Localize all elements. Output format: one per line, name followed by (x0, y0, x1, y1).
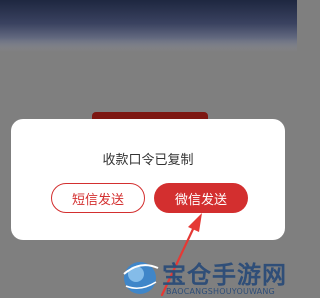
watermark-title: 宝仓手游网 (162, 260, 287, 289)
dialog-message: 收款口令已复制 (102, 153, 194, 168)
background-banner (0, 0, 297, 52)
copy-confirm-dialog: 收款口令已复制 短信发送 微信发送 (11, 119, 285, 240)
sms-send-button[interactable]: 短信发送 (51, 183, 145, 213)
watermark-subtitle: BAOCANGSHOUYOUWANG (166, 287, 275, 296)
watermark: 宝仓手游网 BAOCANGSHOUYOUWANG (118, 254, 297, 298)
watermark-logo-icon (123, 262, 159, 294)
